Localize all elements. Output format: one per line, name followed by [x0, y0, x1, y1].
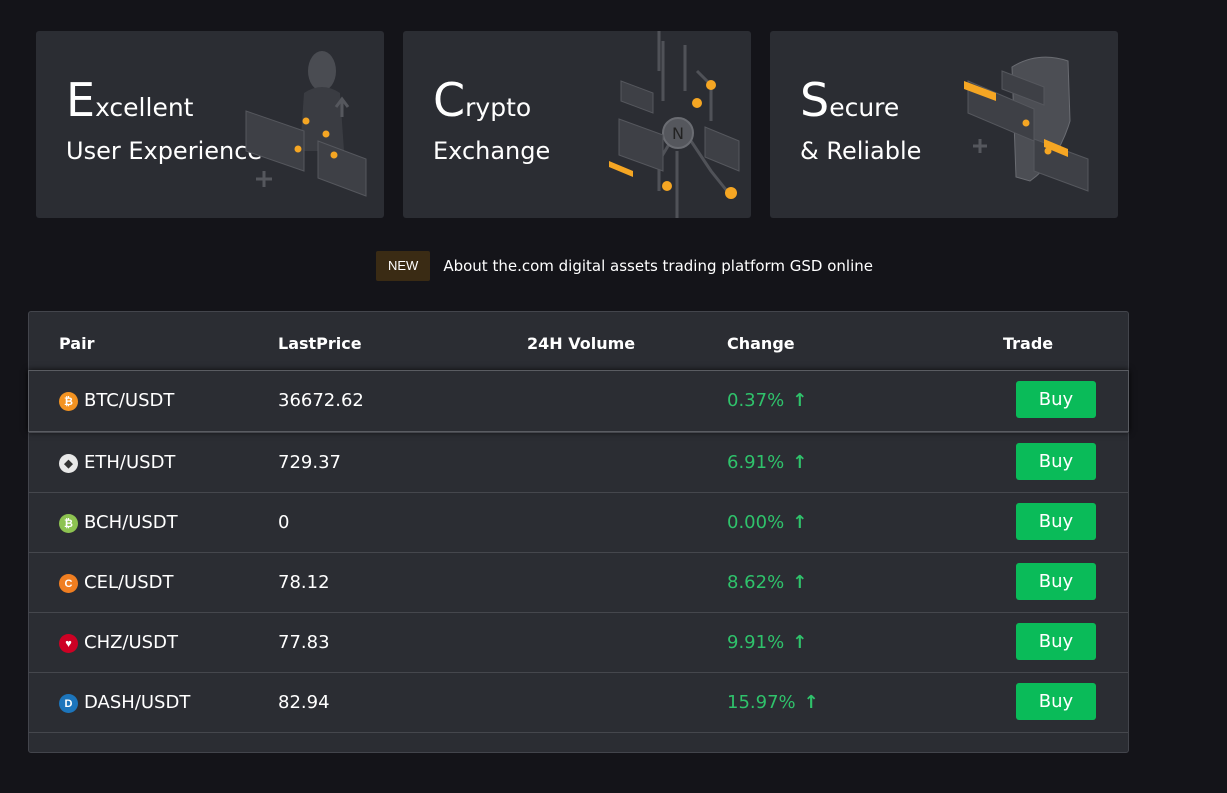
up-arrow-icon: ↑: [792, 390, 808, 411]
card-subtitle: User Experience: [66, 137, 263, 165]
last-price: 0: [278, 512, 290, 533]
pair-name: DASH/USDT: [84, 692, 191, 713]
pair-name: CHZ/USDT: [84, 632, 178, 653]
card-initial: E: [66, 73, 96, 127]
chz-coin-icon: ♥: [59, 634, 78, 653]
header-pair: Pair: [59, 334, 95, 353]
svg-text:N: N: [672, 124, 684, 143]
up-arrow-icon: ↑: [792, 572, 808, 593]
user-illustration-icon: [245, 51, 367, 197]
card-subtitle: Exchange: [433, 137, 551, 165]
change-value: 6.91% ↑: [727, 452, 808, 473]
up-arrow-icon: ↑: [792, 452, 808, 473]
table-row[interactable]: C CEL/USDT 78.12 8.62% ↑ Buy: [29, 552, 1128, 613]
change-value: 15.97% ↑: [727, 692, 819, 713]
btc-coin-icon: ₿: [59, 392, 78, 411]
pair-name: ETH/USDT: [84, 452, 176, 473]
buy-button[interactable]: Buy: [1016, 623, 1096, 660]
up-arrow-icon: ↑: [792, 512, 808, 533]
buy-button[interactable]: Buy: [1016, 563, 1096, 600]
table-header: Pair LastPrice 24H Volume Change Trade: [29, 312, 1128, 372]
bch-coin-icon: ₿: [59, 514, 78, 533]
feature-card-crypto: Crypto Exchange N: [403, 31, 751, 218]
last-price: 36672.62: [278, 390, 364, 411]
table-row[interactable]: ◆ ETH/USDT 729.37 6.91% ↑ Buy: [29, 432, 1128, 493]
buy-button[interactable]: Buy: [1016, 503, 1096, 540]
new-badge: NEW: [376, 251, 431, 281]
pair-name: CEL/USDT: [84, 572, 174, 593]
buy-button[interactable]: Buy: [1016, 443, 1096, 480]
last-price: 77.83: [278, 632, 330, 653]
change-value: 0.00% ↑: [727, 512, 808, 533]
table-row[interactable]: ♥ CHZ/USDT 77.83 9.91% ↑ Buy: [29, 612, 1128, 673]
buy-button[interactable]: Buy: [1016, 381, 1096, 418]
card-title: rypto: [465, 93, 532, 122]
header-24h-volume: 24H Volume: [527, 334, 636, 353]
header-last-price: LastPrice: [278, 334, 362, 353]
market-table: Pair LastPrice 24H Volume Change Trade ₿…: [28, 311, 1129, 753]
table-row[interactable]: D DASH/USDT 82.94 15.97% ↑ Buy: [29, 672, 1128, 733]
news-ticker: NEW About the.com digital assets trading…: [376, 251, 873, 281]
pair-name: BCH/USDT: [84, 512, 178, 533]
card-title: ecure: [829, 93, 900, 122]
network-node-icon: N: [609, 31, 740, 218]
news-link[interactable]: About the.com digital assets trading pla…: [443, 257, 873, 275]
table-row-divider: [29, 732, 1128, 793]
buy-button[interactable]: Buy: [1016, 683, 1096, 720]
header-change: Change: [727, 334, 795, 353]
pair-name: BTC/USDT: [84, 390, 175, 411]
last-price: 729.37: [278, 452, 341, 473]
cel-coin-icon: C: [59, 574, 78, 593]
change-value: 0.37% ↑: [727, 390, 808, 411]
card-initial: C: [433, 73, 466, 127]
last-price: 82.94: [278, 692, 330, 713]
change-value: 8.62% ↑: [727, 572, 808, 593]
change-value: 9.91% ↑: [727, 632, 808, 653]
last-price: 78.12: [278, 572, 330, 593]
card-title: xcellent: [95, 93, 194, 122]
table-row[interactable]: ₿ BCH/USDT 0 0.00% ↑ Buy: [29, 492, 1128, 553]
eth-coin-icon: ◆: [59, 454, 78, 473]
shield-icon: [964, 56, 1089, 192]
dash-coin-icon: D: [59, 694, 78, 713]
feature-card-experience: Excellent User Experience: [36, 31, 384, 218]
card-initial: S: [800, 73, 830, 127]
feature-card-secure: Secure & Reliable: [770, 31, 1118, 218]
card-subtitle: & Reliable: [800, 137, 922, 165]
header-trade: Trade: [1003, 334, 1054, 353]
table-row[interactable]: ₿ BTC/USDT 36672.62 0.37% ↑ Buy: [28, 370, 1129, 432]
up-arrow-icon: ↑: [803, 692, 819, 713]
up-arrow-icon: ↑: [792, 632, 808, 653]
